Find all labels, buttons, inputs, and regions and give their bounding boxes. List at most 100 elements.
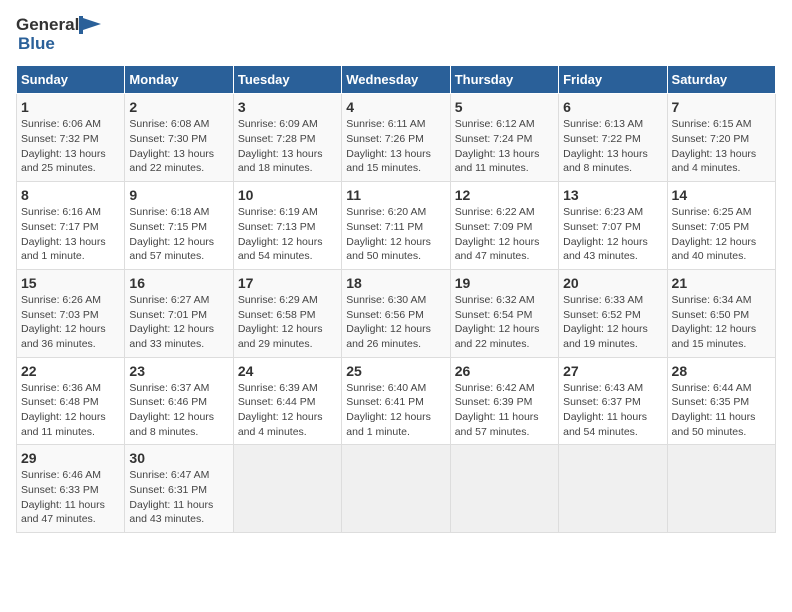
calendar-body: 1 Sunrise: 6:06 AM Sunset: 7:32 PM Dayli… bbox=[17, 94, 776, 533]
sunrise-label: Sunrise: 6:26 AM bbox=[21, 294, 101, 306]
daylight-label: Daylight: 12 hours and 22 minutes. bbox=[455, 323, 540, 350]
day-info: Sunrise: 6:33 AM Sunset: 6:52 PM Dayligh… bbox=[563, 293, 662, 352]
daylight-label: Daylight: 13 hours and 8 minutes. bbox=[563, 148, 648, 175]
daylight-label: Daylight: 13 hours and 4 minutes. bbox=[672, 148, 757, 175]
day-info: Sunrise: 6:43 AM Sunset: 6:37 PM Dayligh… bbox=[563, 381, 662, 440]
sunset-label: Sunset: 6:58 PM bbox=[238, 309, 316, 321]
calendar-day-cell: 8 Sunrise: 6:16 AM Sunset: 7:17 PM Dayli… bbox=[17, 182, 125, 270]
sunset-label: Sunset: 6:54 PM bbox=[455, 309, 533, 321]
daylight-label: Daylight: 13 hours and 22 minutes. bbox=[129, 148, 214, 175]
day-info: Sunrise: 6:12 AM Sunset: 7:24 PM Dayligh… bbox=[455, 117, 554, 176]
day-of-week-header: Wednesday bbox=[342, 66, 450, 94]
day-of-week-header: Saturday bbox=[667, 66, 775, 94]
sunset-label: Sunset: 7:30 PM bbox=[129, 133, 207, 145]
day-info: Sunrise: 6:36 AM Sunset: 6:48 PM Dayligh… bbox=[21, 381, 120, 440]
day-info: Sunrise: 6:44 AM Sunset: 6:35 PM Dayligh… bbox=[672, 381, 771, 440]
sunrise-label: Sunrise: 6:33 AM bbox=[563, 294, 643, 306]
sunrise-label: Sunrise: 6:47 AM bbox=[129, 469, 209, 481]
day-of-week-header: Thursday bbox=[450, 66, 558, 94]
day-number: 16 bbox=[129, 275, 228, 291]
sunset-label: Sunset: 6:33 PM bbox=[21, 484, 99, 496]
sunrise-label: Sunrise: 6:37 AM bbox=[129, 382, 209, 394]
sunrise-label: Sunrise: 6:46 AM bbox=[21, 469, 101, 481]
calendar-day-cell: 12 Sunrise: 6:22 AM Sunset: 7:09 PM Dayl… bbox=[450, 182, 558, 270]
day-number: 18 bbox=[346, 275, 445, 291]
day-number: 6 bbox=[563, 99, 662, 115]
daylight-label: Daylight: 12 hours and 54 minutes. bbox=[238, 236, 323, 263]
daylight-label: Daylight: 12 hours and 57 minutes. bbox=[129, 236, 214, 263]
calendar-table: SundayMondayTuesdayWednesdayThursdayFrid… bbox=[16, 65, 776, 533]
daylight-label: Daylight: 11 hours and 43 minutes. bbox=[129, 499, 213, 526]
daylight-label: Daylight: 13 hours and 15 minutes. bbox=[346, 148, 431, 175]
sunrise-label: Sunrise: 6:20 AM bbox=[346, 206, 426, 218]
calendar-day-cell: 22 Sunrise: 6:36 AM Sunset: 6:48 PM Dayl… bbox=[17, 357, 125, 445]
day-info: Sunrise: 6:22 AM Sunset: 7:09 PM Dayligh… bbox=[455, 205, 554, 264]
calendar-day-cell: 11 Sunrise: 6:20 AM Sunset: 7:11 PM Dayl… bbox=[342, 182, 450, 270]
logo-general: General bbox=[16, 16, 79, 35]
day-number: 30 bbox=[129, 450, 228, 466]
sunset-label: Sunset: 7:11 PM bbox=[346, 221, 423, 233]
day-number: 3 bbox=[238, 99, 337, 115]
header-row: SundayMondayTuesdayWednesdayThursdayFrid… bbox=[17, 66, 776, 94]
daylight-label: Daylight: 12 hours and 19 minutes. bbox=[563, 323, 648, 350]
daylight-label: Daylight: 12 hours and 11 minutes. bbox=[21, 411, 106, 438]
day-number: 12 bbox=[455, 187, 554, 203]
sunset-label: Sunset: 7:26 PM bbox=[346, 133, 424, 145]
calendar-day-cell: 7 Sunrise: 6:15 AM Sunset: 7:20 PM Dayli… bbox=[667, 94, 775, 182]
day-of-week-header: Monday bbox=[125, 66, 233, 94]
sunset-label: Sunset: 6:39 PM bbox=[455, 396, 533, 408]
daylight-label: Daylight: 12 hours and 43 minutes. bbox=[563, 236, 648, 263]
day-info: Sunrise: 6:46 AM Sunset: 6:33 PM Dayligh… bbox=[21, 468, 120, 527]
calendar-week-row: 1 Sunrise: 6:06 AM Sunset: 7:32 PM Dayli… bbox=[17, 94, 776, 182]
sunset-label: Sunset: 7:13 PM bbox=[238, 221, 316, 233]
day-of-week-header: Sunday bbox=[17, 66, 125, 94]
sunset-label: Sunset: 6:46 PM bbox=[129, 396, 207, 408]
daylight-label: Daylight: 13 hours and 18 minutes. bbox=[238, 148, 323, 175]
day-number: 7 bbox=[672, 99, 771, 115]
day-info: Sunrise: 6:15 AM Sunset: 7:20 PM Dayligh… bbox=[672, 117, 771, 176]
calendar-day-cell: 3 Sunrise: 6:09 AM Sunset: 7:28 PM Dayli… bbox=[233, 94, 341, 182]
sunset-label: Sunset: 7:15 PM bbox=[129, 221, 207, 233]
calendar-header: SundayMondayTuesdayWednesdayThursdayFrid… bbox=[17, 66, 776, 94]
day-number: 4 bbox=[346, 99, 445, 115]
daylight-label: Daylight: 12 hours and 15 minutes. bbox=[672, 323, 757, 350]
day-info: Sunrise: 6:29 AM Sunset: 6:58 PM Dayligh… bbox=[238, 293, 337, 352]
day-number: 21 bbox=[672, 275, 771, 291]
sunset-label: Sunset: 7:03 PM bbox=[21, 309, 99, 321]
daylight-label: Daylight: 13 hours and 11 minutes. bbox=[455, 148, 540, 175]
sunset-label: Sunset: 7:07 PM bbox=[563, 221, 641, 233]
day-info: Sunrise: 6:19 AM Sunset: 7:13 PM Dayligh… bbox=[238, 205, 337, 264]
day-number: 14 bbox=[672, 187, 771, 203]
day-info: Sunrise: 6:25 AM Sunset: 7:05 PM Dayligh… bbox=[672, 205, 771, 264]
day-info: Sunrise: 6:27 AM Sunset: 7:01 PM Dayligh… bbox=[129, 293, 228, 352]
sunset-label: Sunset: 7:01 PM bbox=[129, 309, 207, 321]
calendar-day-cell: 14 Sunrise: 6:25 AM Sunset: 7:05 PM Dayl… bbox=[667, 182, 775, 270]
day-number: 1 bbox=[21, 99, 120, 115]
day-number: 17 bbox=[238, 275, 337, 291]
sunrise-label: Sunrise: 6:34 AM bbox=[672, 294, 752, 306]
calendar-day-cell: 17 Sunrise: 6:29 AM Sunset: 6:58 PM Dayl… bbox=[233, 269, 341, 357]
calendar-day-cell: 9 Sunrise: 6:18 AM Sunset: 7:15 PM Dayli… bbox=[125, 182, 233, 270]
sunset-label: Sunset: 7:22 PM bbox=[563, 133, 641, 145]
daylight-label: Daylight: 12 hours and 36 minutes. bbox=[21, 323, 106, 350]
calendar-week-row: 22 Sunrise: 6:36 AM Sunset: 6:48 PM Dayl… bbox=[17, 357, 776, 445]
sunrise-label: Sunrise: 6:15 AM bbox=[672, 118, 752, 130]
day-info: Sunrise: 6:09 AM Sunset: 7:28 PM Dayligh… bbox=[238, 117, 337, 176]
day-number: 11 bbox=[346, 187, 445, 203]
day-number: 19 bbox=[455, 275, 554, 291]
calendar-day-cell: 26 Sunrise: 6:42 AM Sunset: 6:39 PM Dayl… bbox=[450, 357, 558, 445]
sunrise-label: Sunrise: 6:12 AM bbox=[455, 118, 535, 130]
calendar-week-row: 8 Sunrise: 6:16 AM Sunset: 7:17 PM Dayli… bbox=[17, 182, 776, 270]
sunset-label: Sunset: 6:56 PM bbox=[346, 309, 424, 321]
day-info: Sunrise: 6:39 AM Sunset: 6:44 PM Dayligh… bbox=[238, 381, 337, 440]
logo: General Blue bbox=[16, 16, 101, 53]
daylight-label: Daylight: 12 hours and 26 minutes. bbox=[346, 323, 431, 350]
calendar-day-cell: 13 Sunrise: 6:23 AM Sunset: 7:07 PM Dayl… bbox=[559, 182, 667, 270]
day-number: 10 bbox=[238, 187, 337, 203]
calendar-day-cell: 18 Sunrise: 6:30 AM Sunset: 6:56 PM Dayl… bbox=[342, 269, 450, 357]
sunset-label: Sunset: 7:20 PM bbox=[672, 133, 750, 145]
sunrise-label: Sunrise: 6:08 AM bbox=[129, 118, 209, 130]
sunset-label: Sunset: 6:31 PM bbox=[129, 484, 207, 496]
day-info: Sunrise: 6:37 AM Sunset: 6:46 PM Dayligh… bbox=[129, 381, 228, 440]
day-number: 26 bbox=[455, 363, 554, 379]
